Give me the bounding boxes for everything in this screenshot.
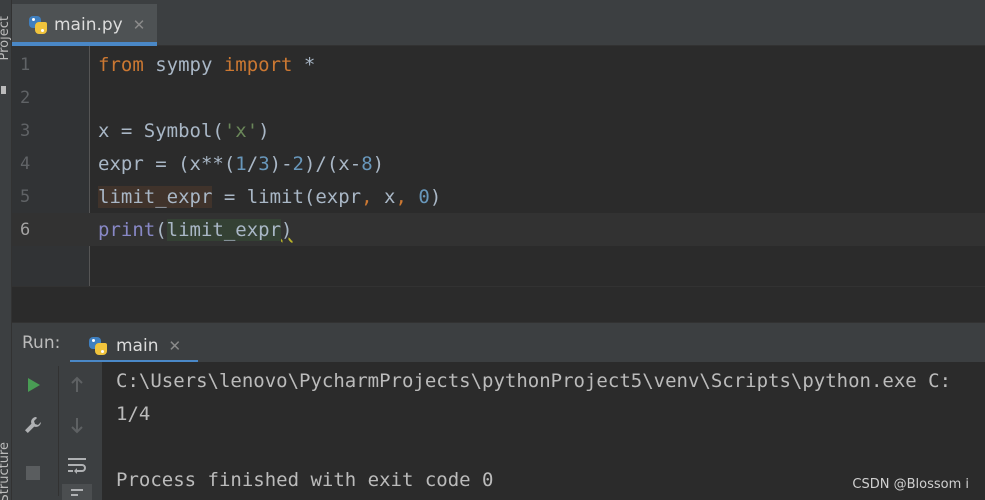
code-line[interactable]: 2 [12, 81, 985, 114]
code-text: x = Symbol('x') [98, 119, 270, 142]
code-line[interactable]: 5 limit_expr = limit(expr, x, 0) [12, 180, 985, 213]
code-text: print(limit_expr) [98, 218, 293, 241]
run-tab-label: main [116, 336, 159, 356]
project-tool-button[interactable]: Project [0, 16, 12, 60]
console-line-command: C:\Users\lenovo\PycharmProjects\pythonPr… [116, 370, 952, 392]
run-tab-main[interactable]: main ✕ [70, 329, 198, 363]
up-arrow-icon[interactable] [62, 370, 92, 400]
code-line-current[interactable]: 6 print(limit_expr) [12, 213, 985, 246]
run-title: Run: [22, 333, 61, 353]
tab-main-py[interactable]: main.py ✕ [12, 4, 157, 46]
structure-tool-button[interactable]: Structure [0, 442, 12, 500]
code-text: from sympy import * [98, 53, 316, 76]
close-icon[interactable]: ✕ [168, 337, 181, 355]
console-line-result: 1/4 [116, 403, 151, 425]
code-line[interactable]: 4 expr = (x**(1/3)-2)/(x-8) [12, 147, 985, 180]
run-toolbar [12, 362, 102, 500]
code-line[interactable]: 1 from sympy import * [12, 48, 985, 81]
code-text: limit_expr = limit(expr, x, 0) [98, 185, 442, 208]
console-line-exit: Process finished with exit code 0 [116, 469, 494, 491]
scroll-to-end-icon[interactable] [62, 484, 92, 500]
close-icon[interactable]: ✕ [133, 16, 146, 34]
watermark: CSDN @Blossom i [852, 477, 969, 492]
project-tool-marker [1, 86, 6, 94]
stop-icon[interactable] [18, 458, 48, 488]
down-arrow-icon[interactable] [62, 410, 92, 440]
run-tool-header: Run: main ✕ [12, 322, 985, 363]
code-text: expr = (x**(1/3)-2)/(x-8) [98, 152, 385, 175]
line-number: 6 [20, 219, 31, 240]
editor-run-splitter[interactable] [12, 286, 985, 322]
editor-tab-bar: main.py ✕ [12, 0, 985, 46]
run-icon[interactable] [18, 370, 48, 400]
line-number: 5 [20, 186, 31, 207]
code-line[interactable]: 3 x = Symbol('x') [12, 114, 985, 147]
line-number: 4 [20, 153, 31, 174]
code-editor[interactable]: 1 from sympy import * 2 3 x = Symbol('x'… [12, 46, 985, 286]
tab-label: main.py [54, 15, 123, 35]
left-tool-strip: Project Structure [0, 0, 12, 500]
toolbar-separator [58, 366, 59, 496]
line-number: 1 [20, 54, 31, 75]
wrench-icon[interactable] [18, 410, 48, 440]
python-file-icon [28, 15, 48, 35]
line-number: 2 [20, 87, 31, 108]
line-number: 3 [20, 120, 31, 141]
soft-wrap-icon[interactable] [62, 450, 92, 480]
python-run-config-icon [88, 336, 108, 356]
